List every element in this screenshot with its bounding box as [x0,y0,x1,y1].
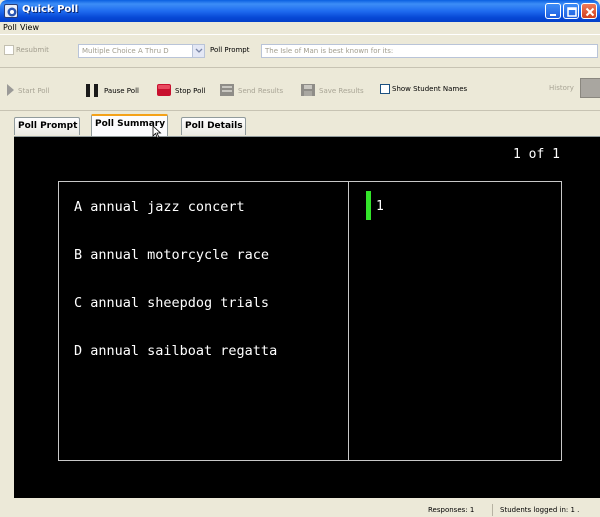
resubmit-checkbox[interactable]: Resubmit [4,45,49,55]
answer-a-count: 1 [376,199,384,214]
tab-bar: Poll Prompt Poll Summary Poll Details [0,114,600,136]
minimize-button[interactable] [545,3,561,19]
poll-prompt-label: Poll Prompt [210,46,250,54]
save-icon [301,84,315,96]
title-bar[interactable]: Quick Poll [0,0,600,22]
status-separator [492,504,493,516]
results-box [58,181,562,461]
tab-poll-details[interactable]: Poll Details [181,117,246,135]
history-label: History [549,84,574,92]
start-poll-label: Start Poll [18,87,50,95]
stop-icon [157,84,171,96]
show-student-names-checkbox[interactable]: Show Student Names [380,84,467,94]
tab-poll-prompt[interactable]: Poll Prompt [14,117,81,135]
stop-poll-label: Stop Poll [175,87,206,95]
resubmit-label: Resubmit [16,46,49,54]
resubmit-checkbox-box[interactable] [4,45,14,55]
show-student-names-label: Show Student Names [392,85,468,93]
app-icon [4,4,18,18]
save-results-label: Save Results [319,87,364,95]
maximize-button[interactable] [563,3,579,19]
menu-view[interactable]: View [20,23,39,32]
answer-a-result-bar [366,191,371,220]
play-icon [7,84,14,96]
answer-d: D annual sailboat regatta [74,343,278,359]
answer-c: C annual sheepdog trials [74,295,270,311]
close-button[interactable] [581,3,597,19]
toolbar: Start Poll Pause Poll Stop Poll Send Res… [0,69,600,111]
menu-poll[interactable]: Poll [3,23,17,32]
results-divider [348,181,349,461]
poll-prompt-value: The Isle of Man is best known for its: [265,47,394,55]
history-icon[interactable] [580,78,600,98]
answer-b: B annual motorcycle race [74,247,270,263]
question-type-select[interactable]: Multiple Choice A Thru D [78,44,205,58]
poll-summary-display: 1 of 1 A annual jazz concert B annual mo… [14,136,600,498]
students-logged-in-status: Students logged in: 1 . [500,506,580,514]
send-results-label: Send Results [238,87,284,95]
answer-a: A annual jazz concert [74,199,245,215]
page-indicator: 1 of 1 [513,147,560,162]
chevron-down-icon[interactable] [192,45,204,57]
question-type-value: Multiple Choice A Thru D [82,47,169,55]
send-icon [220,84,234,96]
poll-prompt-input[interactable]: The Isle of Man is best known for its: [261,44,598,58]
pause-poll-label: Pause Poll [104,87,139,95]
pause-icon [86,84,98,97]
settings-row: Resubmit Multiple Choice A Thru D Poll P… [0,34,600,68]
responses-status: Responses: 1 [428,506,475,514]
show-student-names-box[interactable] [380,84,390,94]
menu-bar: Poll View [0,22,600,34]
status-bar: Responses: 1 Students logged in: 1 . [0,498,600,517]
mouse-cursor-icon [152,125,162,139]
window-title: Quick Poll [22,4,79,15]
